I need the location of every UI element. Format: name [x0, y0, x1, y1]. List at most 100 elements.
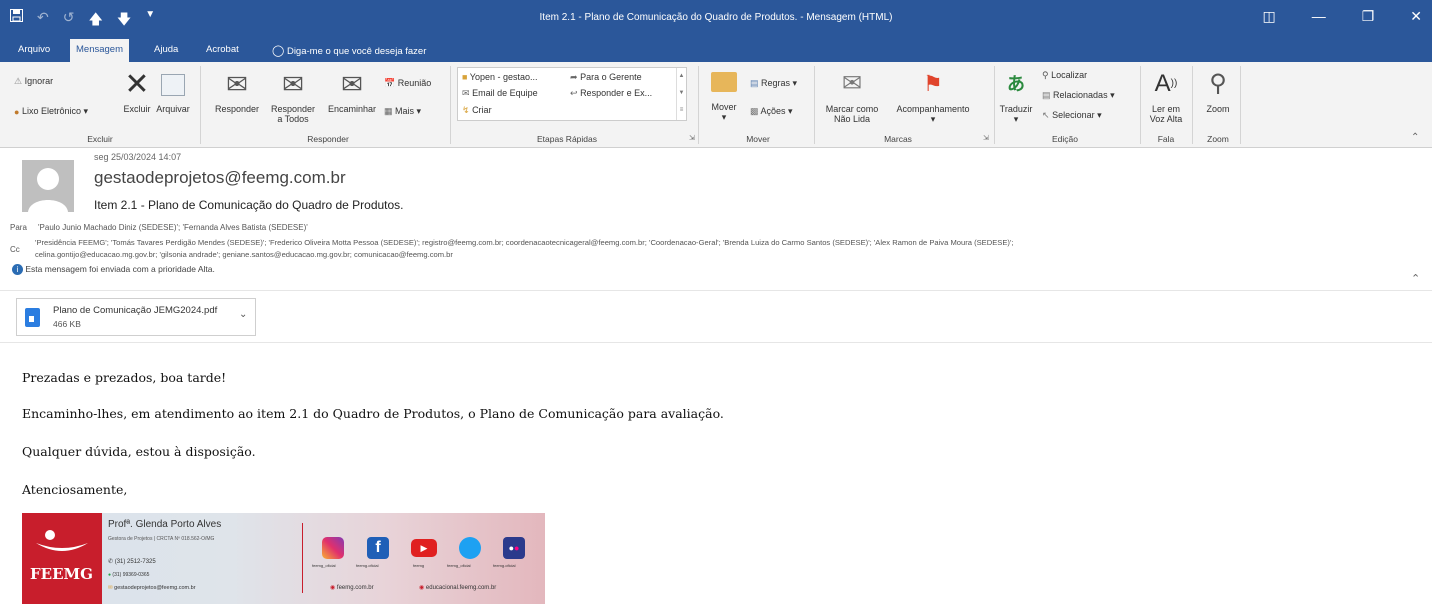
- reply-button[interactable]: ✉ Responder: [210, 70, 264, 114]
- to-recipients[interactable]: 'Paulo Junio Machado Diniz (SEDESE)'; 'F…: [38, 223, 308, 232]
- window-controls: ◫ — ❐ ✕: [1262, 8, 1422, 25]
- close-icon[interactable]: ✕: [1410, 8, 1422, 25]
- divider: [0, 342, 1432, 343]
- youtube-icon[interactable]: ▶: [411, 539, 437, 557]
- attachment-card[interactable]: Plano de Comunicação JEMG2024.pdf 466 KB…: [16, 298, 256, 336]
- collapse-header-icon[interactable]: ⌃: [1411, 272, 1420, 285]
- signature-divider: [302, 523, 303, 593]
- archive-button[interactable]: Arquivar: [151, 70, 195, 114]
- forward-button[interactable]: ✉ Encaminhar: [322, 70, 382, 114]
- group-label-zoom: Zoom: [1207, 134, 1229, 144]
- zoom-button[interactable]: ⚲ Zoom: [1198, 70, 1238, 114]
- move-folder-icon: [711, 72, 737, 92]
- mark-unread-button[interactable]: ✉ Marcar como Não Lida: [820, 70, 884, 124]
- tab-arquivo[interactable]: Arquivo: [12, 41, 56, 58]
- select-button[interactable]: ↖ Selecionar ▾: [1042, 110, 1102, 121]
- message-subject: Item 2.1 - Plano de Comunicação do Quadr…: [94, 198, 404, 212]
- read-aloud-button[interactable]: A)) Ler em Voz Alta: [1146, 70, 1186, 124]
- quick-step-team-email[interactable]: ✉ Email de Equipe: [462, 88, 538, 99]
- flickr-icon[interactable]: ●●: [503, 537, 525, 559]
- rules-icon: ▤: [750, 78, 759, 89]
- social-handle: feemg_oficial: [312, 563, 336, 568]
- signature-role: Gestora de Projetos | CRCTA Nº 018.562-O…: [108, 536, 215, 542]
- separator: [994, 66, 995, 144]
- separator: [450, 66, 451, 144]
- quick-step-create[interactable]: ↯ Criar: [462, 105, 492, 116]
- body-paragraph: Qualquer dúvida, estou à disposição.: [22, 444, 256, 459]
- cc-recipients-line2[interactable]: celina.gontijo@educacao.mg.gov.br; 'gils…: [35, 250, 453, 259]
- separator: [200, 66, 201, 144]
- sender-address[interactable]: gestaodeprojetos@feemg.com.br: [94, 168, 346, 188]
- ribbon-display-options-icon[interactable]: ◫: [1262, 8, 1275, 25]
- actions-icon: ▩: [750, 106, 759, 117]
- window-title: Item 2.1 - Plano de Comunicação do Quadr…: [539, 12, 893, 23]
- quick-step-yopen[interactable]: ■ Yopen - gestao...: [462, 72, 538, 82]
- flag-icon: ⚑: [923, 71, 943, 96]
- email-signature: FEEMG Profª. Glenda Porto Alves Gestora …: [22, 513, 545, 604]
- group-label-marcas: Marcas: [884, 134, 912, 144]
- feemg-logo: FEEMG: [22, 513, 102, 604]
- restore-icon[interactable]: ❐: [1362, 8, 1375, 25]
- group-label-mover: Mover: [746, 134, 770, 144]
- social-handle: feemg: [413, 563, 425, 568]
- quick-step-reply-delete[interactable]: ↩ Responder e Ex...: [570, 88, 652, 99]
- cc-recipients-line1[interactable]: 'Presidência FEEMG'; 'Tomás Tavares Perd…: [35, 238, 1014, 247]
- signature-phone: ✆ (31) 2512-7325: [108, 559, 156, 565]
- rules-button[interactable]: ▤ Regras ▾: [750, 78, 797, 89]
- lightning-icon: ↯: [462, 105, 470, 115]
- archive-icon: [161, 74, 185, 96]
- signature-website[interactable]: ◉ educacional.feemg.com.br: [419, 584, 496, 591]
- facebook-icon[interactable]: f: [367, 537, 389, 559]
- forward-icon: ✉: [341, 69, 363, 99]
- tab-acrobat[interactable]: Acrobat: [200, 41, 245, 58]
- move-button[interactable]: Mover ▾: [706, 70, 742, 123]
- reply-small-icon: ↩: [570, 88, 578, 98]
- gallery-scrollbar[interactable]: ▲ ▼ ≡: [676, 68, 686, 120]
- tell-me-search[interactable]: ◯ Diga-me o que você deseja fazer: [266, 41, 432, 60]
- actions-button[interactable]: ▩ Ações ▾: [750, 106, 793, 117]
- dialog-launcher-icon[interactable]: ⇲: [983, 134, 989, 142]
- follow-up-button[interactable]: ⚑ Acompanhamento ▾: [884, 70, 982, 125]
- attachment-size: 466 KB: [53, 319, 81, 329]
- related-button[interactable]: ▤ Relacionadas ▾: [1042, 90, 1115, 101]
- globe-icon: ◉: [330, 585, 336, 591]
- tab-mensagem[interactable]: Mensagem: [70, 39, 129, 62]
- quick-step-manager[interactable]: ➦ Para o Gerente: [570, 72, 642, 83]
- signature-name: Profª. Glenda Porto Alves: [108, 519, 222, 530]
- lightbulb-icon: ◯: [272, 45, 285, 57]
- attachment-dropdown-icon[interactable]: ⌄: [239, 309, 247, 320]
- collapse-ribbon-icon[interactable]: ⌃: [1411, 132, 1419, 143]
- ignore-button[interactable]: ⚠ Ignorar: [14, 76, 53, 87]
- instagram-icon[interactable]: [322, 537, 344, 559]
- body-closing: Atenciosamente,: [22, 482, 128, 497]
- more-icon: ▦: [384, 106, 393, 117]
- globe-icon: ◉: [419, 585, 425, 591]
- social-handle: feemg_oficial: [447, 563, 471, 568]
- title-bar: ↶ ↺ 🡅 🡇 ▼ Item 2.1 - Plano de Comunicaçã…: [0, 0, 1432, 37]
- junk-mail-icon: ●: [14, 106, 20, 117]
- signature-website[interactable]: ◉ feemg.com.br: [330, 584, 374, 591]
- more-button[interactable]: ▦ Mais ▾: [384, 106, 421, 117]
- translate-button[interactable]: あ Traduzir ▾: [998, 70, 1034, 125]
- minimize-icon[interactable]: —: [1312, 8, 1326, 25]
- twitter-icon[interactable]: [459, 537, 481, 559]
- dialog-launcher-icon[interactable]: ⇲: [689, 134, 695, 142]
- find-button[interactable]: ⚲ Localizar: [1042, 70, 1087, 81]
- body-greeting: Prezadas e prezados, boa tarde!: [22, 370, 227, 385]
- read-aloud-icon: A)): [1154, 70, 1178, 97]
- forward-small-icon: ➦: [570, 72, 578, 82]
- whatsapp-icon: ●: [108, 572, 112, 578]
- phone-icon: ✆: [108, 559, 114, 565]
- magnifier-icon: ⚲: [1209, 70, 1227, 97]
- attachment-name: Plano de Comunicação JEMG2024.pdf: [53, 305, 218, 316]
- tab-ajuda[interactable]: Ajuda: [148, 41, 184, 58]
- meeting-button[interactable]: 📅 Reunião: [384, 78, 431, 89]
- reply-all-button[interactable]: ✉ Responder a Todos: [265, 70, 321, 124]
- cc-label: Cc: [10, 245, 20, 254]
- social-handle: feemg.oficial: [356, 563, 379, 568]
- to-label: Para: [10, 223, 27, 232]
- group-label-responder: Responder: [307, 134, 349, 144]
- separator: [1240, 66, 1241, 144]
- junk-button[interactable]: ● Lixo Eletrônico ▾: [14, 106, 88, 117]
- group-label-excluir: Excluir: [87, 134, 113, 144]
